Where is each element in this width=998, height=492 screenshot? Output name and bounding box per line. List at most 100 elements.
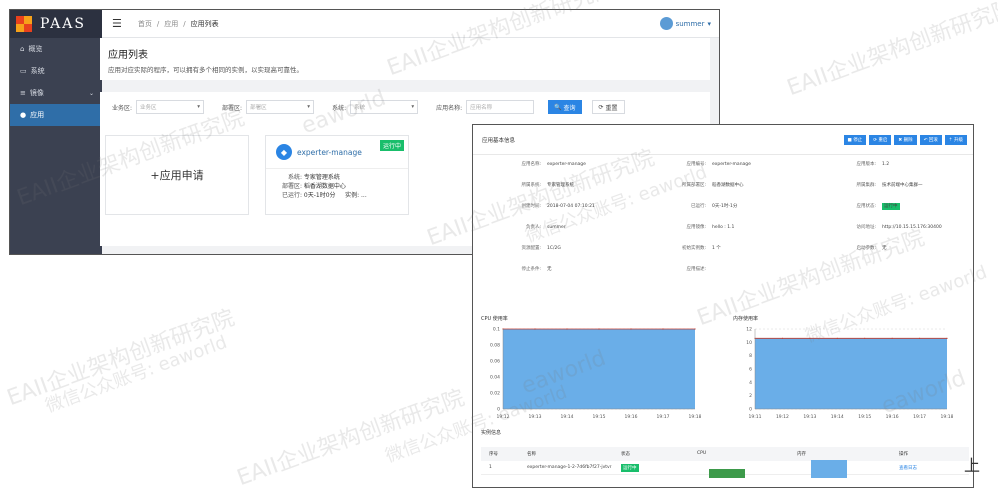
table-header-cell: 操作 — [899, 452, 908, 457]
data-point — [836, 337, 838, 339]
filter-label: 业务区: — [112, 104, 133, 112]
home-icon: ⌂ — [20, 45, 25, 53]
app-name[interactable]: experter-manage — [297, 148, 362, 157]
data-point — [694, 328, 696, 330]
search-icon: 🔍 — [554, 103, 562, 111]
info-label: 负责人: — [525, 225, 541, 230]
app-detail-window: 应用基本信息 ■ 停止 ⟳ 重启 ✖ 删除 ↶ 回滚 ⇡ 升级 应用名称: exp… — [472, 124, 974, 488]
detail-header: 应用基本信息 ■ 停止 ⟳ 重启 ✖ 删除 ↶ 回滚 ⇡ 升级 — [473, 125, 973, 155]
sidebar-item-overview[interactable]: ⌂ 概览 — [10, 38, 102, 60]
y-tick-label: 0 — [497, 407, 500, 413]
user-menu[interactable]: summer ▾ — [659, 17, 711, 30]
x-tick-label: 19:12 — [497, 414, 510, 420]
y-tick-label: 0.02 — [490, 391, 500, 397]
breadcrumb-app[interactable]: 应用 — [164, 19, 178, 29]
data-point — [891, 337, 893, 339]
logo-mark-icon — [16, 16, 32, 32]
sidebar-item-image[interactable]: ≡ 镜像 ⌄ — [10, 82, 102, 104]
data-point — [598, 328, 600, 330]
info-row: 应用版本: 1.2 — [818, 161, 889, 167]
x-tick-label: 19:16 — [886, 414, 899, 420]
breadcrumb-separator: / — [156, 19, 160, 28]
restart-button[interactable]: ⟳ 重启 — [869, 134, 892, 145]
view-log-link[interactable]: 查看日志 — [899, 465, 917, 471]
data-point — [809, 337, 811, 339]
filter-bar: 业务区: 业务区 ▾ 部署区: 部署区 ▾ 系统: 系统 ▾ 应用名称: 应用名称 🔍… — [100, 92, 710, 122]
info-row: 所属集群: 技术前端中心集群一 — [818, 182, 922, 188]
table-header-cell: 序号 — [489, 452, 498, 457]
instances-title: 实例信息 — [481, 430, 502, 436]
avatar — [659, 17, 673, 30]
x-tick-label: 19:14 — [561, 414, 574, 420]
data-point — [534, 328, 536, 330]
info-row: 应用镜像: hello : 1.1 — [648, 224, 734, 230]
sidebar-item-system[interactable]: ▭ 系统 — [10, 60, 102, 82]
sidebar-item-label: 概览 — [28, 45, 43, 53]
info-value: 1C/2G — [547, 246, 561, 251]
query-button[interactable]: 🔍 查询 — [548, 100, 582, 114]
sidebar-item-label: 系统 — [30, 67, 45, 75]
filter-label: 部署区: — [222, 104, 243, 112]
page-header: 应用列表 应用对应实际的程序，可以拥有多个相同的实例，以实现高可靠性。 — [100, 38, 710, 80]
sidebar-item-app[interactable]: ● 应用 — [10, 104, 102, 126]
y-tick-label: 2 — [749, 393, 752, 399]
caret-down-icon: ▾ — [197, 104, 201, 110]
new-app-card[interactable]: +应用申请 — [105, 135, 249, 215]
info-label: 创建时间: — [521, 204, 541, 209]
status-badge: 运行中 — [379, 140, 404, 151]
upgrade-button[interactable]: ⇡ 升级 — [944, 134, 967, 145]
info-row: 已运行: 0天-1时-1分 — [648, 203, 737, 209]
info-row: 部署区: 稻香湖数据中心 — [281, 183, 346, 190]
info-label: 应用描述: — [686, 267, 706, 272]
data-point — [662, 328, 664, 330]
area-series — [503, 329, 695, 409]
breadcrumb-home[interactable]: 首页 — [138, 19, 152, 29]
system-select[interactable]: 系统 ▾ — [350, 100, 419, 114]
logo-text: PAAS — [40, 16, 86, 32]
topbar: ☰ 首页 / 应用 / 应用列表 summer ▾ — [102, 10, 719, 38]
info-row: 资源配置: 1C/2G — [483, 245, 561, 251]
business-zone-select[interactable]: 业务区 ▾ — [136, 100, 205, 114]
app-name-input[interactable]: 应用名称 — [466, 100, 535, 114]
info-value: 1.2 — [882, 162, 890, 167]
app-card[interactable]: 运行中 ◆ experter-manage 系统: 专家管理系统 部署区: 稻香… — [265, 135, 409, 215]
rollback-button[interactable]: ↶ 回滚 — [919, 134, 942, 145]
watermark: EAII企业架构创新研究院 — [3, 305, 238, 412]
info-label: 访问地址: — [856, 225, 876, 230]
info-label: 应用镜像: — [686, 225, 706, 230]
info-value: summer — [547, 225, 566, 230]
x-tick-label: 19:13 — [529, 414, 542, 420]
deploy-zone-select[interactable]: 部署区 ▾ — [246, 100, 315, 114]
y-tick-label: 4 — [749, 380, 752, 386]
data-point — [566, 328, 568, 330]
refresh-icon: ⟳ — [598, 103, 604, 111]
info-row: 创建时间: 2018-07-04 07:10:21 — [483, 203, 595, 209]
filter-label: 应用名称: — [436, 104, 463, 112]
info-value[interactable]: http://10.15.15.176:30400 — [882, 225, 942, 230]
app-card-info: 系统: 专家管理系统 部署区: 稻香湖数据中心 已运行: 0天-1时0分 实例:… — [266, 169, 408, 200]
y-tick-label: 0 — [749, 407, 752, 413]
x-tick-label: 19:14 — [831, 414, 844, 420]
stop-button[interactable]: ■ 停止 — [843, 134, 867, 145]
breadcrumb-separator: / — [183, 19, 186, 28]
cube-icon: ◆ — [276, 144, 292, 160]
reset-button[interactable]: ⟳ 重置 — [591, 100, 625, 114]
info-label: 所属集群: — [856, 183, 876, 188]
info-value: hello : 1.1 — [712, 225, 735, 230]
table-row: 1 experter-manage-1-2-7d6fb7f27-jvtvr 运行… — [481, 460, 969, 478]
x-tick-label: 19:17 — [657, 414, 670, 420]
info-value: experter-manage — [712, 162, 751, 167]
info-row: 已运行: 0天-1时0分 实例: ... — [281, 192, 367, 199]
breadcrumb-current: 应用列表 — [190, 19, 219, 28]
info-row: 系统: 专家管理系统 — [287, 174, 340, 181]
info-value: 无 — [882, 246, 887, 251]
table-header-cell: 状态 — [621, 452, 630, 457]
x-tick-label: 19:11 — [749, 414, 762, 420]
info-value: 2018-07-04 07:10:21 — [547, 204, 595, 209]
row-index: 1 — [489, 465, 492, 470]
delete-button[interactable]: ✖ 删除 — [894, 134, 917, 145]
user-name: summer — [675, 19, 705, 28]
x-tick-label: 19:15 — [858, 414, 871, 420]
x-tick-label: 19:16 — [625, 414, 638, 420]
menu-toggle-icon[interactable]: ☰ — [112, 17, 122, 30]
